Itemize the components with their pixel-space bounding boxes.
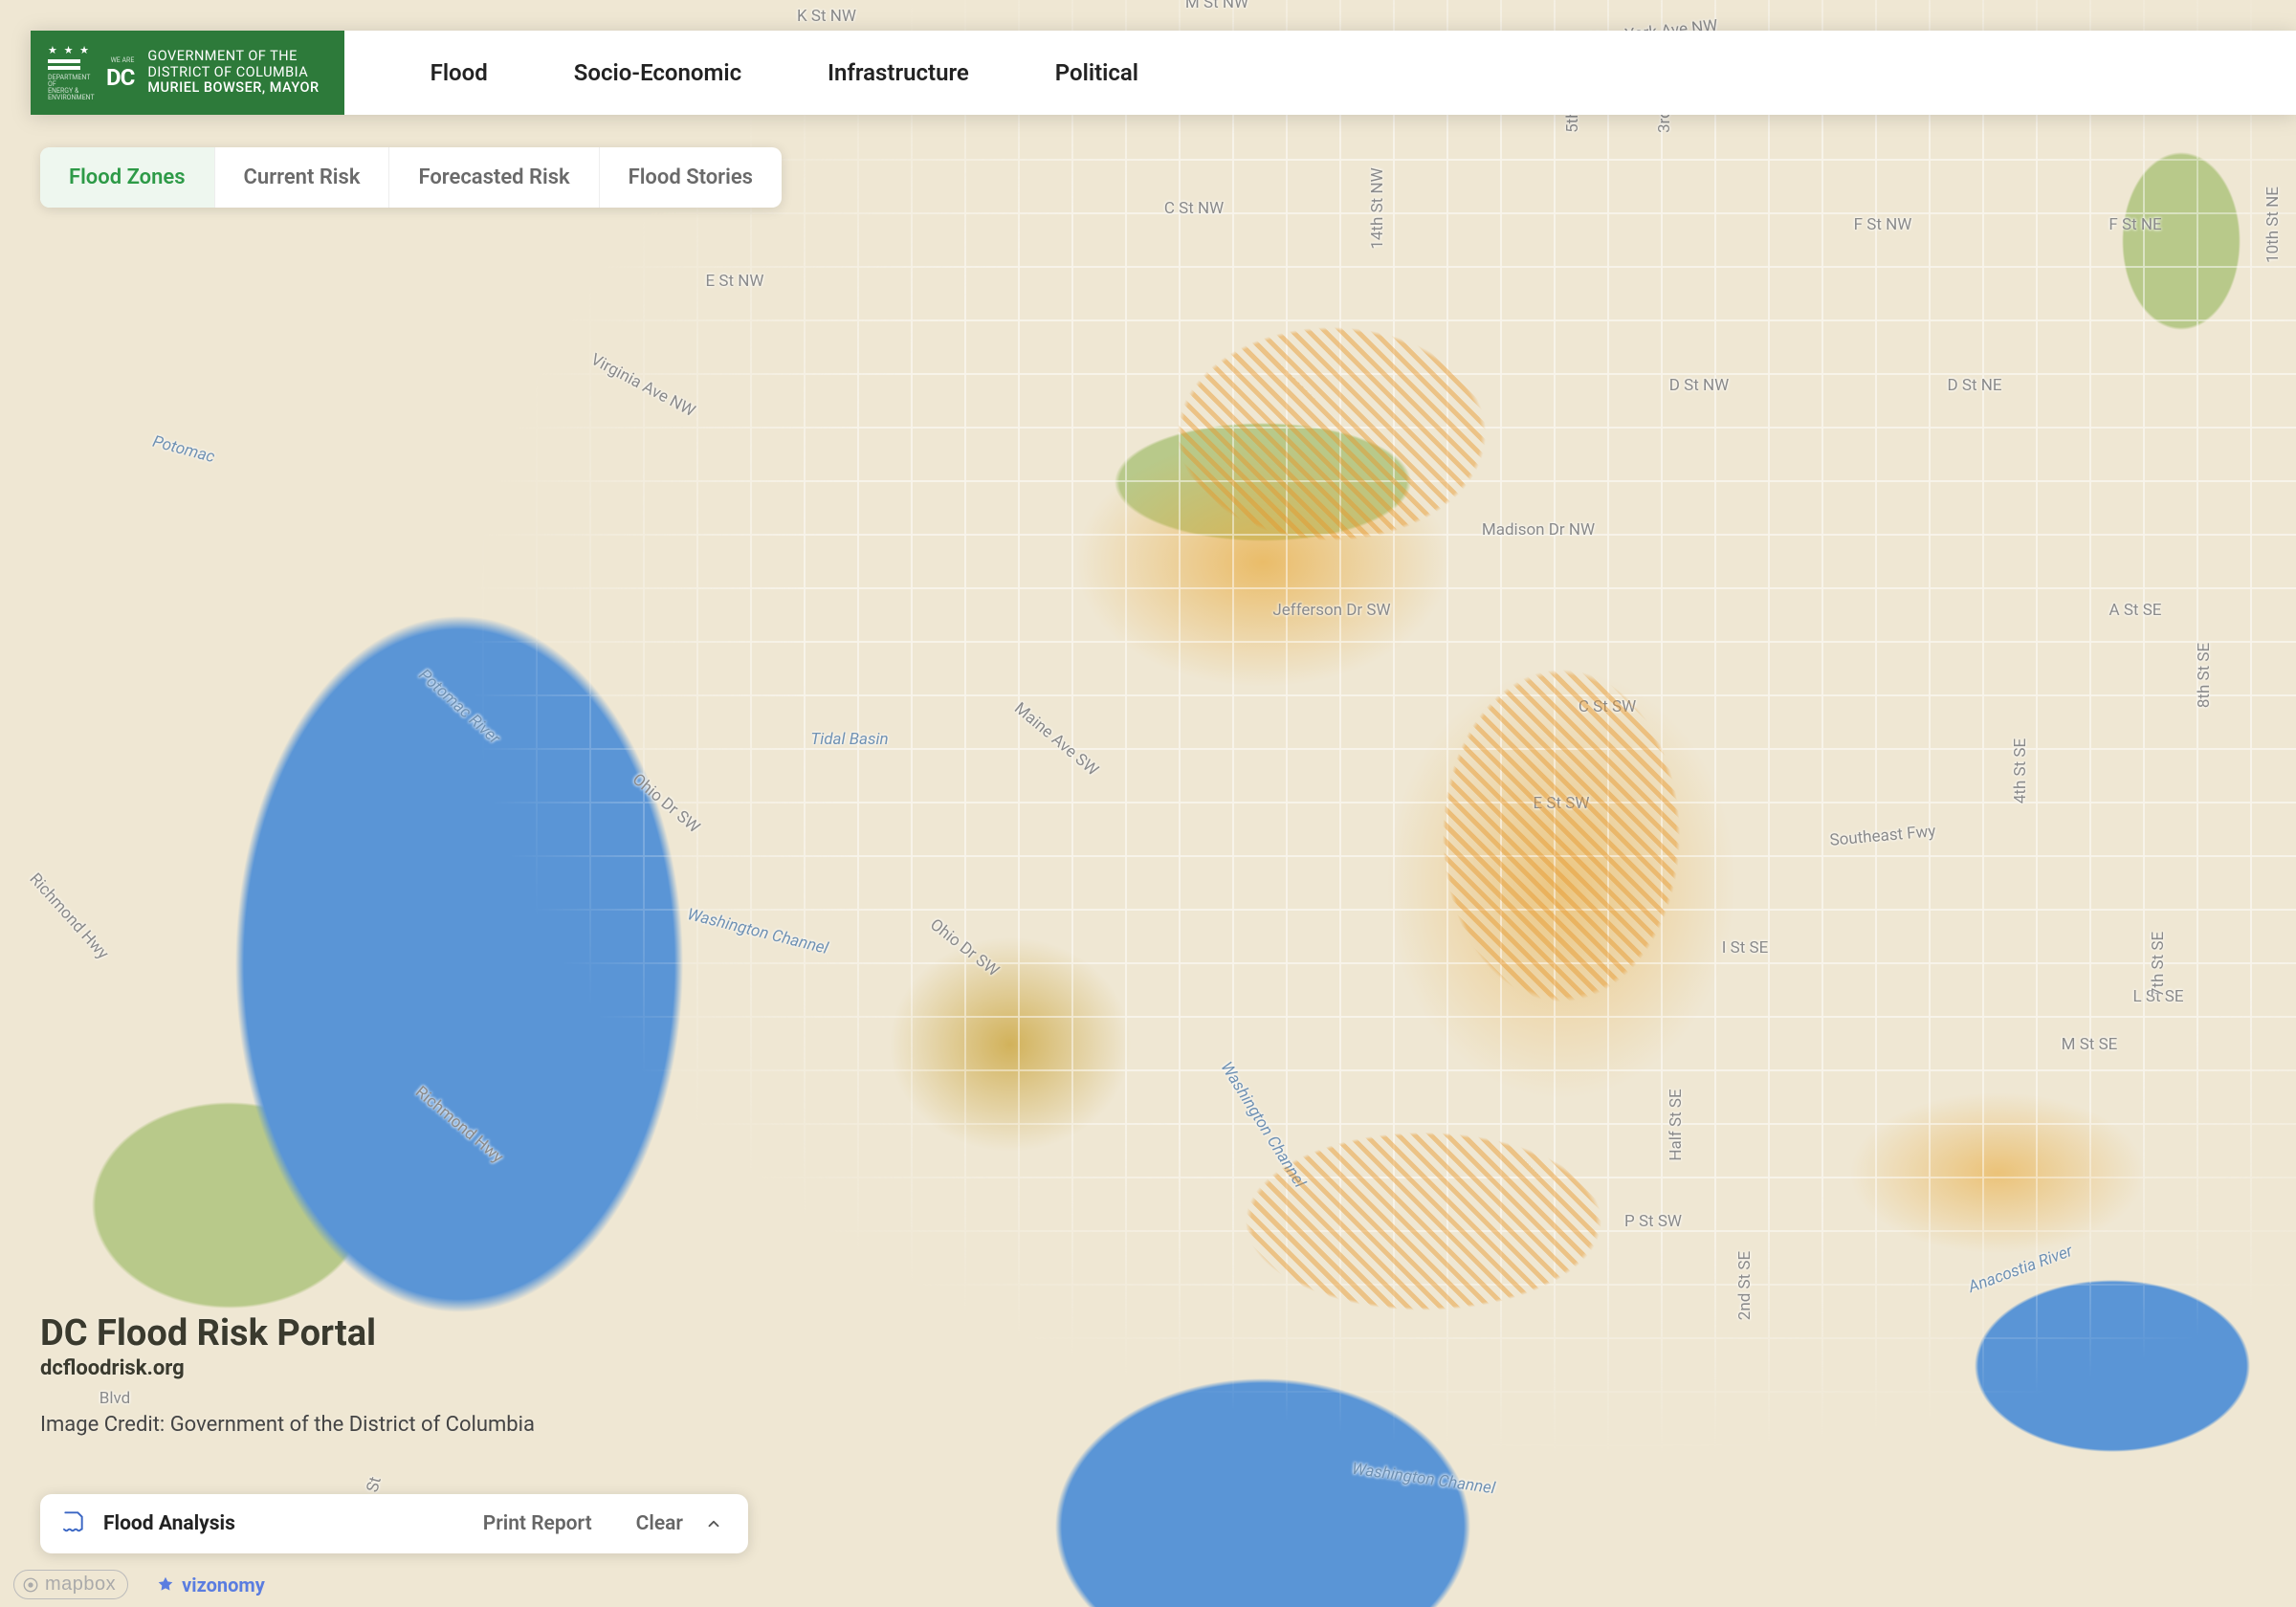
water-label: Washington Channel (1351, 1459, 1496, 1498)
image-credit: Image Credit: Government of the District… (40, 1413, 535, 1437)
street-label: L St SE (2132, 987, 2183, 1006)
street-label: P St SW (1624, 1212, 1682, 1231)
water-label: Tidal Basin (810, 730, 888, 749)
street-label: Maine Ave SW (1010, 698, 1102, 780)
analysis-label: Flood Analysis (103, 1512, 439, 1535)
street-label: M St NW (1185, 0, 1248, 12)
street-label: K St NW (797, 7, 856, 26)
flood-icon (61, 1508, 86, 1539)
top-bar: ★ ★ ★ DEPARTMENT OF ENERGY & ENVIRONMENT… (31, 31, 2296, 115)
map-attribution: mapbox vizonomy (13, 1570, 265, 1599)
street-label: D St NE (1947, 376, 2001, 395)
logo-text: GOVERNMENT OF THE DISTRICT OF COLUMBIA M… (147, 49, 319, 97)
street-label: F St NW (1854, 215, 1912, 234)
street-label: C St SW (1578, 697, 1636, 716)
water-label: Washington Channel (685, 905, 829, 958)
street-label: I St SE (1722, 938, 1768, 958)
tab-flood-zones[interactable]: Flood Zones (40, 147, 215, 208)
nav-socio-economic[interactable]: Socio-Economic (574, 59, 741, 86)
street-label: Richmond Hwy (411, 1083, 507, 1167)
gov-logo-block[interactable]: ★ ★ ★ DEPARTMENT OF ENERGY & ENVIRONMENT… (31, 31, 344, 115)
water-label: Anacostia River (1966, 1242, 2075, 1297)
chevron-up-icon[interactable] (700, 1510, 727, 1537)
street-label: Virginia Ave NW (587, 350, 698, 421)
street-label: D St NW (1669, 376, 1729, 395)
water-label: Potomac (150, 432, 216, 468)
main-nav: Flood Socio-Economic Infrastructure Poli… (344, 31, 2296, 115)
analysis-bar: Flood Analysis Print Report Clear (40, 1494, 748, 1553)
street-label: 14th St NW (1368, 168, 1387, 250)
street-label: Jefferson Dr SW (1272, 601, 1390, 620)
portal-title: DC Flood Risk Portal (40, 1312, 535, 1354)
street-label: E St NW (706, 272, 764, 291)
street-label: Half St SE (1667, 1089, 1686, 1160)
water-label: Washington Channel (1217, 1059, 1310, 1192)
mapbox-logo[interactable]: mapbox (13, 1570, 128, 1599)
street-label: Ohio Dr SW (629, 770, 703, 837)
street-label: 7th St SE (2149, 932, 2168, 997)
sub-tabs: Flood Zones Current Risk Forecasted Risk… (40, 147, 782, 208)
street-label: M St SE (2062, 1035, 2118, 1054)
print-report-button[interactable]: Print Report (483, 1512, 592, 1535)
street-label: A St SE (2109, 601, 2162, 620)
street-label: Richmond Hwy (26, 870, 113, 963)
street-label: E St SW (1534, 794, 1590, 813)
nav-infrastructure[interactable]: Infrastructure (828, 59, 969, 86)
vizonomy-logo[interactable]: vizonomy (155, 1574, 265, 1596)
street-label: F St NE (2108, 215, 2161, 234)
street-label: 2nd St SE (1735, 1251, 1755, 1320)
street-label: 4th St SE (2011, 738, 2030, 804)
street-label: Ohio Dr SW (926, 915, 1003, 980)
street-label: 8th St SE (2195, 642, 2214, 707)
nav-flood[interactable]: Flood (430, 59, 488, 86)
nav-political[interactable]: Political (1055, 59, 1138, 86)
street-label: Southeast Fwy (1829, 822, 1936, 850)
water-label: Potomac River (415, 666, 504, 748)
portal-url: dcfloodrisk.org (40, 1356, 535, 1380)
street-label: 10th St NE (2263, 187, 2283, 263)
dc-flag-icon: ★ ★ ★ DEPARTMENT OF ENERGY & ENVIRONMENT (48, 44, 91, 101)
tab-flood-stories[interactable]: Flood Stories (600, 147, 782, 208)
clear-button[interactable]: Clear (636, 1512, 683, 1535)
tab-forecasted-risk[interactable]: Forecasted Risk (389, 147, 599, 208)
tab-current-risk[interactable]: Current Risk (215, 147, 390, 208)
title-block: DC Flood Risk Portal dcfloodrisk.org Ima… (40, 1312, 535, 1437)
street-label: C St NW (1164, 199, 1224, 218)
street-label: Madison Dr NW (1482, 520, 1595, 539)
